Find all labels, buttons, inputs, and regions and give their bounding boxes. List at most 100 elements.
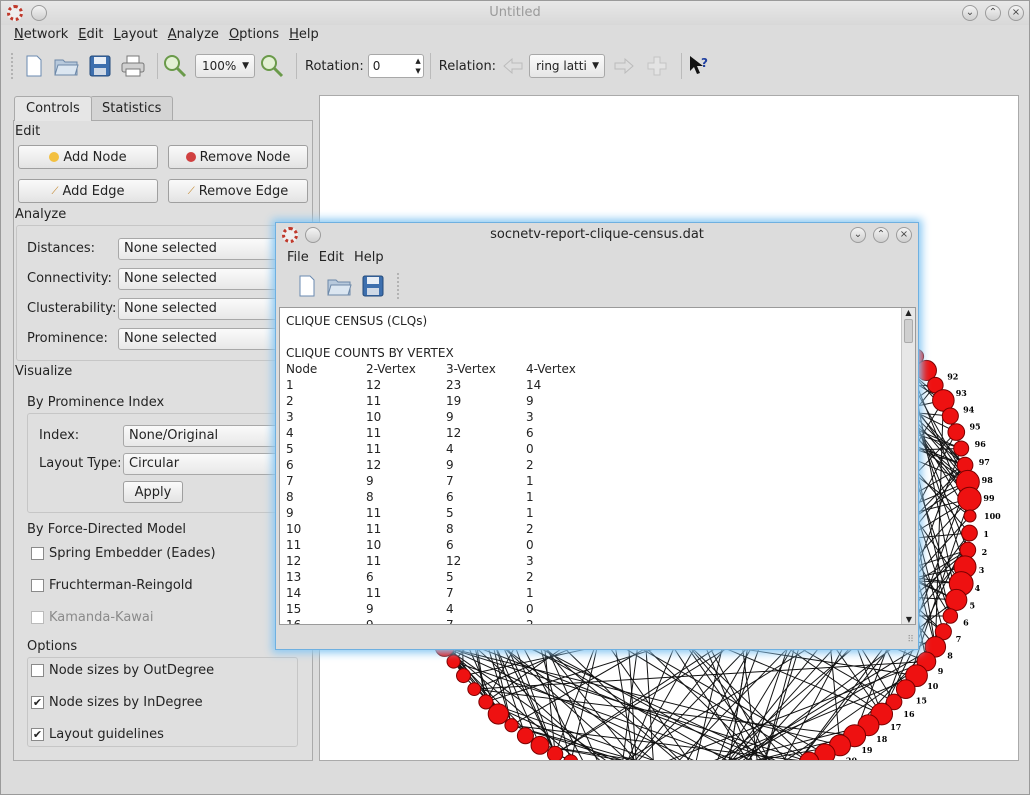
graph-node-label: 100 <box>984 511 1001 521</box>
table-cell: 4 <box>446 602 454 616</box>
index-select[interactable]: None/Original <box>123 425 283 447</box>
remove-node-button[interactable]: Remove Node <box>168 145 308 169</box>
maximize-button[interactable]: ⌃ <box>985 5 1001 21</box>
report-text-area[interactable]: CLIQUE CENSUS (CLQs) CLIQUE COUNTS BY VE… <box>279 307 916 625</box>
tab-controls[interactable]: Controls <box>14 96 92 121</box>
dialog-minimize-button[interactable]: ⌄ <box>850 227 866 243</box>
kamada-kawai-checkbox[interactable] <box>31 611 44 624</box>
dialog-menu-edit[interactable]: Edit <box>314 248 349 267</box>
graph-node[interactable] <box>563 754 579 761</box>
graph-node[interactable] <box>504 718 519 733</box>
graph-node-label: 3 <box>979 565 985 575</box>
resize-grip-icon[interactable]: ⠿ <box>907 635 914 645</box>
distances-select[interactable]: None selected <box>118 238 278 260</box>
graph-node[interactable] <box>957 486 982 512</box>
previous-relation-icon[interactable] <box>500 53 526 79</box>
zoom-out-icon[interactable] <box>259 53 285 79</box>
table-cell: 12 <box>446 426 462 440</box>
graph-node[interactable] <box>963 509 977 523</box>
dialog-toolbar-grip[interactable] <box>397 273 401 299</box>
table-cell: 0 <box>526 442 534 456</box>
zoom-select[interactable]: 100% ▼ <box>195 54 255 78</box>
table-cell: 7 <box>446 618 454 625</box>
save-icon[interactable] <box>87 53 113 79</box>
svg-text:?: ? <box>701 56 708 70</box>
minimize-button[interactable]: ⌄ <box>962 5 978 21</box>
graph-node[interactable] <box>467 682 482 697</box>
graph-node[interactable] <box>516 727 534 745</box>
add-relation-icon[interactable] <box>644 53 670 79</box>
zoom-in-icon[interactable] <box>162 53 188 79</box>
print-icon[interactable] <box>120 53 146 79</box>
graph-node[interactable] <box>953 440 970 457</box>
add-edge-button[interactable]: ⟋ Add Edge <box>18 179 158 203</box>
toolbar-separator <box>296 53 297 79</box>
clusterability-select[interactable]: None selected <box>118 298 278 320</box>
remove-edge-button[interactable]: ⟋ Remove Edge <box>168 179 308 203</box>
table-cell: 16 <box>286 618 302 625</box>
graph-node[interactable] <box>947 423 966 441</box>
graph-node[interactable] <box>961 524 978 542</box>
graph-node[interactable] <box>530 735 550 755</box>
apply-button[interactable]: Apply <box>123 481 183 503</box>
graph-node[interactable] <box>942 608 959 624</box>
dialog-menu-file[interactable]: File <box>282 248 314 267</box>
dialog-open-icon[interactable] <box>327 273 353 299</box>
graph-node[interactable] <box>446 654 461 669</box>
toolbar-grip[interactable] <box>11 53 15 79</box>
menu-network[interactable]: Network <box>9 25 73 47</box>
close-button[interactable]: × <box>1008 5 1024 21</box>
graph-node[interactable] <box>478 694 494 710</box>
connectivity-select[interactable]: None selected <box>118 268 278 290</box>
controls-panel: Edit Add Node Remove Node ⟋ Add Edge ⟋ Rem… <box>13 120 313 761</box>
menu-analyze[interactable]: Analyze <box>163 25 224 47</box>
outdegree-checkbox[interactable] <box>31 664 44 677</box>
new-file-icon[interactable] <box>21 53 47 79</box>
spin-arrows-icon[interactable]: ▲ ▼ <box>415 56 420 76</box>
open-folder-icon[interactable] <box>54 53 80 79</box>
guidelines-checkbox[interactable]: ✔ <box>31 728 44 741</box>
table-cell: 15 <box>286 602 302 616</box>
table-header-cell: Node <box>286 362 318 376</box>
dialog-maximize-button[interactable]: ⌃ <box>873 227 889 243</box>
tab-statistics[interactable]: Statistics <box>90 96 174 121</box>
dialog-menu-help[interactable]: Help <box>349 248 389 267</box>
relation-select[interactable]: ring latti ▼ <box>529 54 606 78</box>
next-relation-icon[interactable] <box>611 53 637 79</box>
menu-layout[interactable]: Layout <box>108 25 162 47</box>
spring-embedder-checkbox[interactable] <box>31 547 44 560</box>
add-edge-label: Add Edge <box>62 183 125 199</box>
graph-node[interactable] <box>941 407 959 425</box>
graph-node[interactable] <box>546 745 564 761</box>
dialog-new-icon[interactable] <box>294 273 320 299</box>
indegree-checkbox[interactable]: ✔ <box>31 696 44 709</box>
dialog-close-button[interactable]: × <box>896 227 912 243</box>
table-cell: 7 <box>446 474 454 488</box>
rotation-spinbox[interactable]: 0 ▲ ▼ <box>367 54 424 78</box>
menu-options[interactable]: Options <box>224 25 284 47</box>
graph-node[interactable] <box>456 668 471 684</box>
table-cell: 13 <box>286 570 302 584</box>
distances-label: Distances: <box>27 241 95 256</box>
whats-this-icon[interactable]: ? <box>686 53 712 79</box>
menu-edit[interactable]: Edit <box>73 25 108 47</box>
table-cell: 2 <box>526 570 534 584</box>
relation-label: Relation: <box>438 58 497 74</box>
menu-help[interactable]: Help <box>284 25 324 47</box>
table-cell: 4 <box>446 442 454 456</box>
scroll-up-icon[interactable]: ▲ <box>902 308 915 317</box>
scroll-thumb[interactable] <box>904 319 913 343</box>
graph-node[interactable] <box>945 588 968 611</box>
graph-node[interactable] <box>959 541 977 559</box>
graph-node-label: 9 <box>938 666 944 676</box>
add-node-button[interactable]: Add Node <box>18 145 158 169</box>
fruchterman-reingold-checkbox[interactable] <box>31 579 44 592</box>
report-scrollbar[interactable]: ▲ ▼ <box>901 308 915 624</box>
prominence-select[interactable]: None selected <box>118 328 278 350</box>
scroll-down-icon[interactable]: ▼ <box>902 615 915 624</box>
relation-value: ring latti <box>536 59 587 73</box>
layout-type-select[interactable]: Circular <box>123 453 283 475</box>
dialog-save-icon[interactable] <box>360 273 386 299</box>
table-cell: 7 <box>286 474 294 488</box>
visualize-section-title: Visualize <box>15 364 73 379</box>
